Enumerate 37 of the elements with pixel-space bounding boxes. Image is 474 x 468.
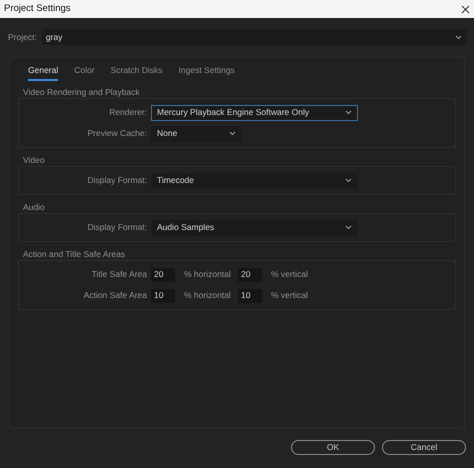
section-title: Video bbox=[22, 154, 46, 166]
tab[interactable]: Ingest Settings bbox=[178, 64, 235, 81]
field-label: Action Safe Area bbox=[82, 289, 148, 302]
unit-label: % horizontal bbox=[184, 268, 232, 281]
project-dropdown[interactable]: gray bbox=[42, 29, 466, 45]
tab[interactable]: General bbox=[28, 64, 58, 81]
chevron-down-icon bbox=[345, 178, 352, 183]
input-field[interactable]: 10 bbox=[238, 288, 262, 302]
close-icon[interactable] bbox=[461, 4, 470, 14]
field-label: Display Format: bbox=[86, 221, 148, 234]
field-label: Preview Cache: bbox=[86, 127, 148, 140]
dialog-button[interactable]: Cancel bbox=[382, 440, 466, 455]
chevron-down-icon bbox=[229, 131, 236, 136]
dropdown[interactable]: Mercury Playback Engine Software Only bbox=[151, 104, 358, 120]
dialog-button[interactable]: OK bbox=[291, 440, 375, 455]
chevron-down-icon bbox=[345, 225, 352, 230]
dropdown[interactable]: None bbox=[151, 126, 242, 142]
unit-label: % vertical bbox=[271, 268, 308, 281]
dropdown[interactable]: Timecode bbox=[151, 172, 358, 188]
tab[interactable]: Scratch Disks bbox=[110, 64, 163, 81]
section-title: Video Rendering and Playback bbox=[22, 86, 141, 98]
section-title: Audio bbox=[22, 201, 46, 213]
tab[interactable]: Color bbox=[74, 64, 95, 81]
input-field[interactable]: 20 bbox=[151, 268, 175, 282]
chevron-down-icon bbox=[455, 34, 462, 40]
section-title: Action and Title Safe Areas bbox=[22, 248, 126, 260]
input-field[interactable]: 10 bbox=[151, 288, 175, 302]
input-field[interactable]: 20 bbox=[238, 268, 262, 282]
field-label: Title Safe Area bbox=[90, 268, 148, 281]
chevron-down-icon bbox=[345, 110, 352, 115]
unit-label: % vertical bbox=[271, 289, 308, 302]
unit-label: % horizontal bbox=[184, 289, 232, 302]
dropdown[interactable]: Audio Samples bbox=[151, 220, 358, 236]
field-label: Renderer: bbox=[108, 106, 148, 119]
window-title: Project Settings bbox=[4, 2, 71, 16]
field-label: Display Format: bbox=[86, 174, 148, 187]
project-label: Project: bbox=[8, 30, 37, 44]
